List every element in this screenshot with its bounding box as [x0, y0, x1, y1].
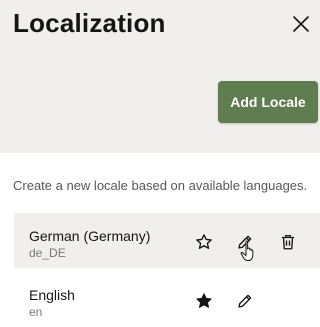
page-title: Localization — [13, 8, 166, 38]
close-icon — [293, 16, 309, 32]
locale-code: en — [29, 305, 43, 319]
star-outline-icon — [196, 234, 212, 249]
default-locale-button[interactable] — [193, 290, 215, 312]
pencil-icon — [238, 294, 252, 308]
locale-name: German (Germany) — [29, 228, 151, 244]
description-text: Create a new locale based on available l… — [13, 178, 308, 193]
close-button[interactable] — [288, 11, 314, 37]
add-locale-button[interactable]: Add Locale — [218, 81, 318, 123]
locale-row-de_DE[interactable]: German (Germany) de_DE — [14, 213, 320, 268]
delete-button[interactable] — [277, 231, 299, 253]
locale-code: de_DE — [29, 246, 66, 260]
set-default-button[interactable] — [193, 231, 215, 253]
edit-button[interactable] — [234, 290, 256, 312]
trash-icon — [282, 234, 294, 250]
hand-cursor-icon — [240, 240, 254, 261]
dialog-header: Localization Add Locale — [0, 0, 320, 153]
locale-name: English — [29, 287, 75, 303]
star-filled-icon — [196, 293, 212, 308]
